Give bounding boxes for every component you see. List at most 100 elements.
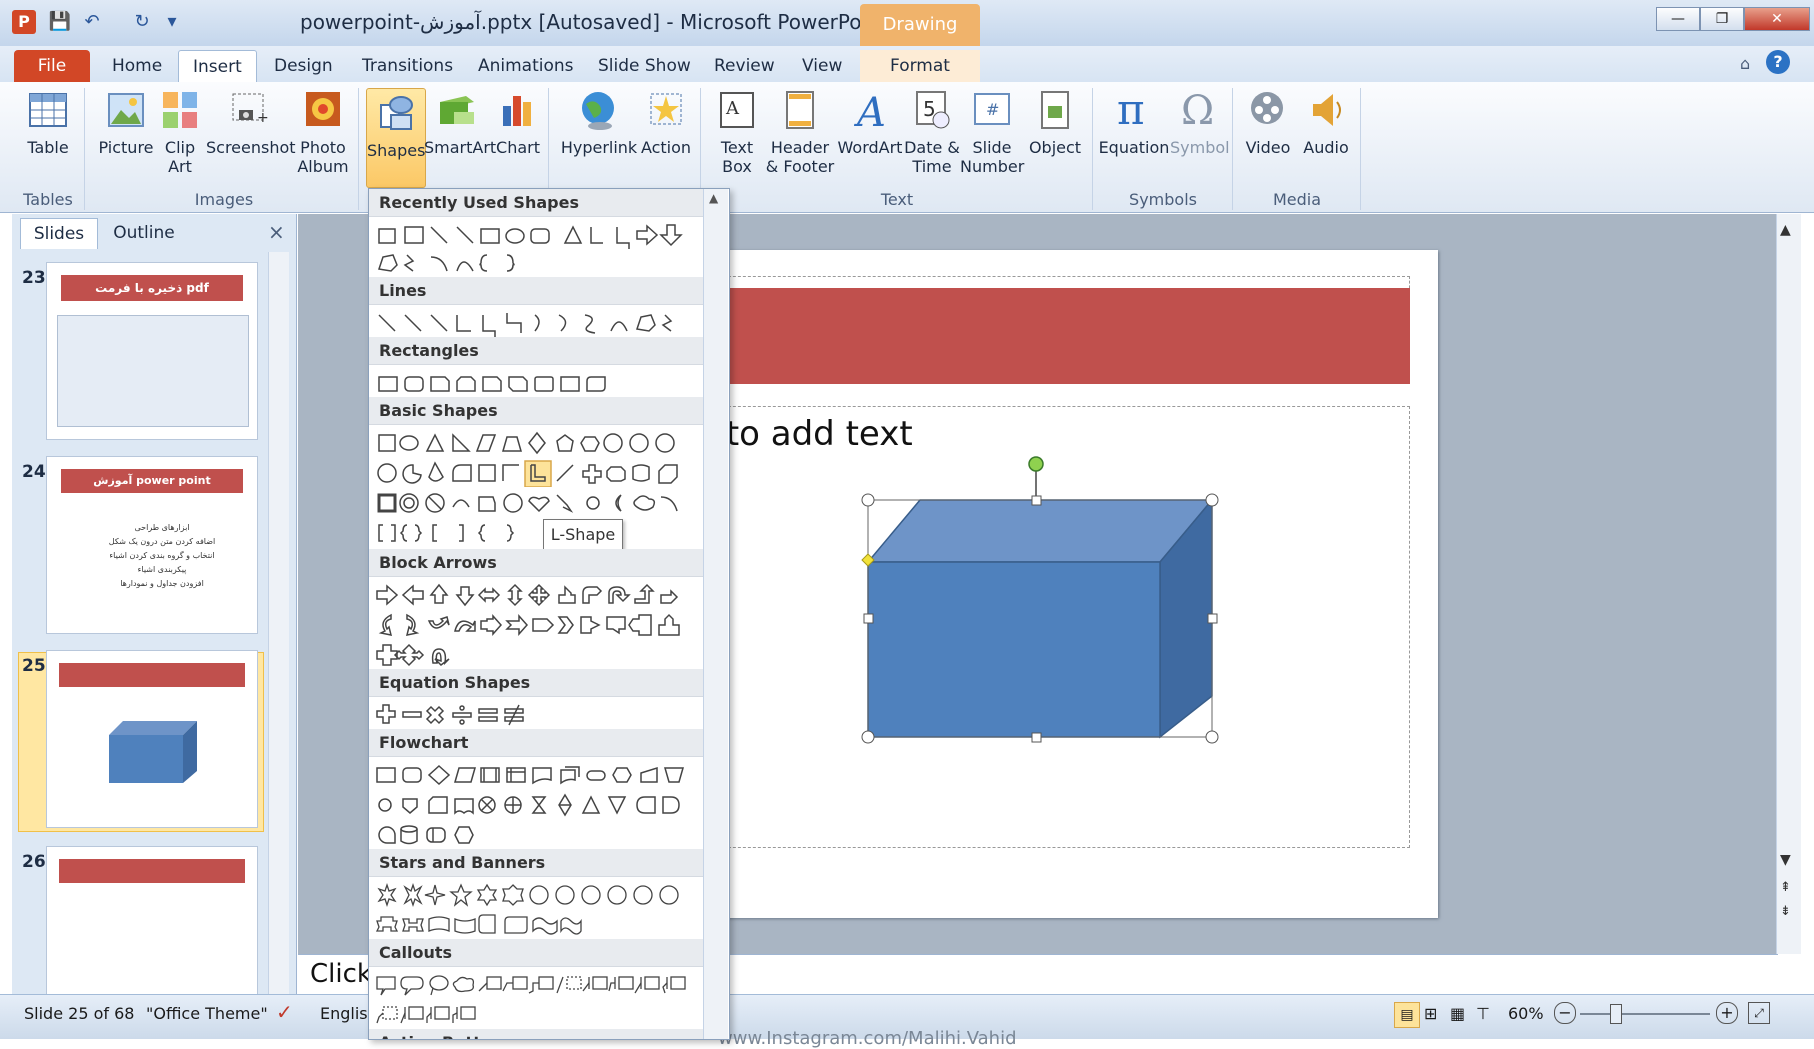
tab-format[interactable]: Format [860,50,980,82]
minimize-button[interactable]: — [1656,7,1700,31]
gallery-scroll-up-icon[interactable]: ▲ [709,191,718,205]
slide-thumbnail-24[interactable]: آموزش power point ابزارهای طراحی اضافه ک… [46,456,258,634]
screenshot-button[interactable]: + Screenshot [206,88,296,157]
shape-row[interactable] [375,791,705,819]
shape-row[interactable] [375,309,705,337]
smartart-button[interactable]: SmartArt [424,88,496,157]
redo-icon[interactable]: ↻ [130,9,154,35]
tab-file[interactable]: File [14,50,90,82]
gallery-scrollbar[interactable] [703,189,728,1039]
shape-row[interactable] [375,911,705,939]
restore-button[interactable]: ❐ [1700,7,1744,31]
next-slide-icon[interactable]: ⇟ [1780,904,1791,919]
shape-row[interactable] [375,761,705,789]
shape-row[interactable] [375,221,705,249]
symbol-button[interactable]: Ω Symbol [1170,88,1230,157]
slide-thumbnail-23[interactable]: ذخیره با فرمت pdf [46,262,258,440]
current-slide[interactable]: Click to add text [634,250,1438,918]
slides-panel-scrollbar[interactable] [268,252,289,994]
equation-button[interactable]: π Equation [1098,88,1170,157]
fit-to-window-icon[interactable]: ⤢ [1748,1002,1770,1024]
spell-check-icon[interactable]: ✓ [276,1000,293,1024]
resize-handle[interactable] [1031,732,1042,743]
cube-shape[interactable] [860,450,1230,750]
action-button[interactable]: Action [638,88,694,157]
resize-handle[interactable] [863,613,874,624]
tab-review[interactable]: Review [700,50,789,82]
slide-thumbnail-25[interactable] [46,650,258,828]
shape-row[interactable] [375,1001,705,1029]
shapes-button[interactable]: Shapes [366,88,426,188]
tab-animations[interactable]: Animations [464,50,588,82]
slide-number-button[interactable]: # Slide Number [960,88,1024,176]
tab-home[interactable]: Home [98,50,176,82]
scroll-up-icon[interactable]: ▲ [1780,222,1791,238]
normal-view-icon[interactable]: ▤ [1394,1002,1420,1028]
help-icon[interactable]: ? [1766,50,1790,74]
tab-insert[interactable]: Insert [178,50,257,84]
shape-row[interactable] [375,611,705,639]
video-button[interactable]: Video [1240,88,1296,157]
shape-row[interactable] [375,369,705,397]
photo-album-button[interactable]: Photo Album [294,88,352,176]
audio-button[interactable]: Audio [1298,88,1354,157]
shape-row[interactable] [375,821,705,849]
rotate-handle[interactable] [1028,456,1044,472]
shape-row[interactable] [375,971,705,999]
object-button[interactable]: Object [1024,88,1086,157]
shape-row[interactable] [375,581,705,609]
resize-handle[interactable] [1205,730,1219,744]
resize-handle[interactable] [861,730,875,744]
zoom-out-icon[interactable]: − [1554,1002,1576,1024]
slide-sorter-icon[interactable]: ⊞ [1424,1004,1437,1023]
language-indicator[interactable]: Englis [320,1004,368,1023]
save-icon[interactable]: 💾 [48,9,72,35]
clip-art-button[interactable]: Clip Art [158,88,202,176]
shape-row[interactable] [375,519,705,547]
shape-row[interactable] [375,641,705,669]
close-panel-icon[interactable]: × [268,220,285,244]
shape-row[interactable] [375,249,705,277]
close-button[interactable]: ✕ [1744,7,1810,31]
zoom-slider-track[interactable] [1580,1013,1710,1015]
previous-slide-icon[interactable]: ⇞ [1780,880,1791,895]
tab-transitions[interactable]: Transitions [348,50,467,82]
canvas-scrollbar[interactable] [1776,214,1801,954]
tab-slides[interactable]: Slides [20,218,98,249]
theme-name[interactable]: "Office Theme" [146,1004,268,1023]
slide-thumbnail-26[interactable] [46,846,258,996]
tab-design[interactable]: Design [260,50,347,82]
minimize-ribbon-icon[interactable]: ⌂ [1740,54,1750,73]
shape-row[interactable] [375,489,705,517]
customize-qat-icon[interactable]: ▾ [160,9,184,35]
zoom-in-icon[interactable]: + [1716,1002,1738,1024]
hyperlink-button[interactable]: Hyperlink [560,88,638,157]
date-time-button[interactable]: 5 Date & Time [904,88,960,176]
undo-icon[interactable]: ↶ [80,9,104,35]
scroll-down-icon[interactable]: ▼ [1780,852,1791,868]
shape-row[interactable] [375,881,705,909]
shape-row[interactable] [375,459,705,487]
shape-row[interactable] [375,429,705,457]
resize-handle[interactable] [1031,495,1042,506]
resize-handle[interactable] [1207,613,1218,624]
shapes-gallery-dropdown[interactable]: ▲ Recently Used Shapes Lines Rectangles … [368,188,730,1040]
slide-show-icon[interactable]: ⊤ [1476,1004,1490,1023]
tab-slide-show[interactable]: Slide Show [584,50,705,82]
picture-button[interactable]: Picture [90,88,162,157]
chart-button[interactable]: Chart [494,88,542,157]
shape-row[interactable] [375,701,705,729]
resize-handle[interactable] [1205,493,1219,507]
tab-view[interactable]: View [788,50,856,82]
resize-handle[interactable] [861,493,875,507]
table-button[interactable]: Table [20,88,76,157]
wordart-button[interactable]: A WordArt [836,88,904,157]
zoom-level[interactable]: 60% [1508,1004,1544,1023]
text-box-button[interactable]: A Text Box [710,88,764,176]
title-bar-shape[interactable] [640,288,1410,384]
header-footer-button[interactable]: Header & Footer [764,88,836,176]
reading-view-icon[interactable]: ▦ [1450,1004,1465,1023]
powerpoint-app-icon[interactable]: P [12,10,36,34]
tab-outline[interactable]: Outline [100,218,188,248]
zoom-slider-thumb[interactable] [1610,1004,1622,1024]
